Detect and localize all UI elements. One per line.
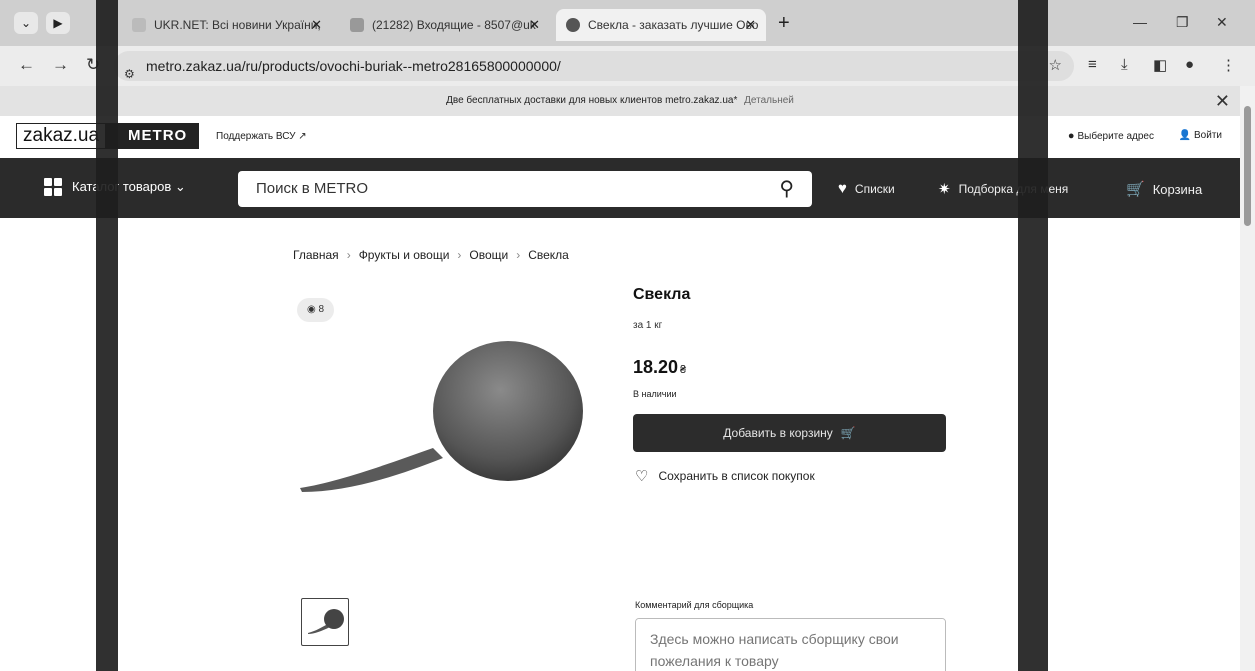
save-to-list-button[interactable]: ♡ Сохранить в список покупок: [635, 467, 815, 485]
address-selector[interactable]: ● Выберите адрес: [1068, 130, 1154, 142]
logo-metro: METRO: [106, 123, 200, 149]
product-title: Свекла: [633, 286, 691, 303]
sparkle-icon: ✷: [938, 181, 951, 198]
beet-thumbnail-icon: [308, 609, 344, 634]
breadcrumb-item[interactable]: Овощи: [469, 248, 508, 262]
add-to-cart-button[interactable]: Добавить в корзину 🛒: [633, 414, 946, 452]
scan-streak: [1018, 0, 1048, 671]
main-nav: Каталог товаров ⌄ Поиск в METRO ⚲ ♥ Спис…: [0, 158, 1240, 218]
toolbar: ← → ↻ ⚙ metro.zakaz.ua/ru/products/ovoch…: [0, 46, 1255, 86]
add-to-cart-label: Добавить в корзину: [723, 426, 833, 440]
catalog-label: Каталог товаров ⌄: [72, 179, 186, 194]
close-icon[interactable]: ✕: [745, 9, 756, 41]
web-page: Две бесплатных доставки для новых клиент…: [0, 86, 1240, 671]
search-placeholder: Поиск в METRO: [256, 180, 369, 197]
cart-link[interactable]: 🛒 Корзина: [1126, 180, 1202, 198]
save-to-list-label: Сохранить в список покупок: [658, 469, 815, 483]
product-image: [300, 341, 583, 492]
tab-strip: ⌄ ▶ UKR.NET: Всі новини України, ✕ (2128…: [0, 0, 1255, 46]
tab-ukrnet[interactable]: UKR.NET: Всі новини України, ✕: [122, 9, 332, 41]
url-text: metro.zakaz.ua/ru/products/ovochi-buriak…: [146, 58, 561, 74]
product-unit: за 1 кг: [633, 320, 663, 331]
breadcrumb-item[interactable]: Главная: [293, 248, 339, 262]
ukrnet-favicon-icon: [132, 18, 146, 32]
chevron-down-icon: ⌄: [20, 16, 32, 30]
lists-label: Списки: [854, 181, 895, 196]
restore-icon[interactable]: ❐: [1176, 14, 1189, 31]
promo-text: Две бесплатных доставки для новых клиент…: [446, 95, 738, 106]
forward-icon[interactable]: →: [52, 55, 69, 75]
window-close-icon[interactable]: ✕: [1216, 14, 1228, 31]
stock-status: В наличии: [633, 389, 677, 399]
product-price: 18.20 ₴: [633, 357, 686, 378]
back-icon[interactable]: ←: [18, 55, 35, 75]
page-scrollbar[interactable]: [1240, 86, 1255, 671]
youtube-pinned-tab[interactable]: ▶: [46, 12, 70, 34]
chevron-right-icon: ›: [516, 248, 521, 262]
product-thumbnail[interactable]: [301, 598, 349, 646]
site-info-icon[interactable]: ⚙: [124, 59, 135, 89]
bookmark-star-icon[interactable]: ☆: [1049, 51, 1062, 81]
tab-mail[interactable]: (21282) Входящие - 8507@uk ✕: [340, 9, 550, 41]
profile-avatar-icon[interactable]: ●: [1185, 56, 1194, 73]
reading-list-icon[interactable]: ≡: [1088, 56, 1097, 73]
heart-icon: ♥: [838, 180, 847, 197]
breadcrumb-item[interactable]: Фрукты и овощи: [359, 248, 450, 262]
search-input[interactable]: Поиск в METRO ⚲: [238, 171, 812, 207]
scrollbar-thumb[interactable]: [1244, 106, 1251, 226]
chevron-right-icon: ›: [346, 248, 351, 262]
tab-title: (21282) Входящие - 8507@uk: [372, 18, 536, 32]
minimize-icon[interactable]: —: [1133, 14, 1147, 30]
scan-streak: [96, 0, 118, 671]
picks-link[interactable]: ✷ Подборка для меня: [938, 180, 1068, 198]
address-label: Выберите адрес: [1077, 131, 1154, 142]
youtube-icon: ▶: [53, 16, 63, 30]
tab-search-button[interactable]: ⌄: [14, 12, 38, 34]
download-icon[interactable]: ⤓: [1121, 56, 1128, 73]
logo-zakaz: zakaz.ua: [16, 123, 107, 149]
cart-icon: 🛒: [840, 426, 856, 440]
currency-symbol: ₴: [680, 364, 687, 376]
promo-more-link[interactable]: Детальней: [744, 95, 794, 106]
comment-label: Комментарий для сборщика: [635, 600, 754, 610]
search-icon[interactable]: ⚲: [779, 171, 794, 207]
eye-icon: ◉: [307, 304, 316, 315]
breadcrumb: Главная › Фрукты и овощи › Овощи › Свекла: [293, 248, 569, 262]
cart-label: Корзина: [1152, 181, 1203, 197]
promo-banner: Две бесплатных доставки для новых клиент…: [0, 86, 1240, 116]
user-icon: 👤: [1178, 130, 1192, 141]
picks-label: Подборка для меня: [958, 182, 1069, 196]
address-bar[interactable]: ⚙ metro.zakaz.ua/ru/products/ovochi-buri…: [114, 51, 1074, 81]
close-icon[interactable]: ✕: [311, 9, 322, 41]
lists-link[interactable]: ♥ Списки: [838, 180, 895, 197]
side-panel-icon[interactable]: ◧: [1153, 56, 1167, 74]
views-count: 8: [318, 304, 325, 315]
mail-favicon-icon: [350, 18, 364, 32]
globe-favicon-icon: [566, 18, 580, 32]
support-link[interactable]: Поддержать ВСУ ↗: [216, 131, 307, 142]
price-value: 18.20: [633, 357, 679, 377]
more-menu-icon[interactable]: ⋮: [1221, 56, 1236, 74]
heart-outline-icon: ♡: [635, 468, 649, 485]
close-icon[interactable]: ✕: [1215, 86, 1230, 116]
cart-icon: 🛒: [1126, 181, 1145, 198]
location-pin-icon: ●: [1067, 130, 1075, 142]
comment-field[interactable]: [635, 618, 946, 671]
views-badge: ◉ 8: [297, 298, 335, 322]
login-button[interactable]: 👤 Войти: [1179, 130, 1222, 141]
tab-title: Свекла - заказать лучшие Ово: [588, 18, 759, 32]
site-header: zakaz.ua METRO Поддержать ВСУ ↗ ● Выберит…: [0, 116, 1240, 158]
new-tab-button[interactable]: +: [778, 12, 790, 35]
breadcrumb-item: Свекла: [528, 248, 569, 262]
login-label: Войти: [1194, 130, 1222, 141]
grid-icon: [44, 178, 62, 196]
close-icon[interactable]: ✕: [529, 9, 540, 41]
tab-product[interactable]: Свекла - заказать лучшие Ово ✕: [556, 9, 766, 41]
chevron-right-icon: ›: [457, 248, 462, 262]
tab-title: UKR.NET: Всі новини України,: [154, 18, 321, 32]
